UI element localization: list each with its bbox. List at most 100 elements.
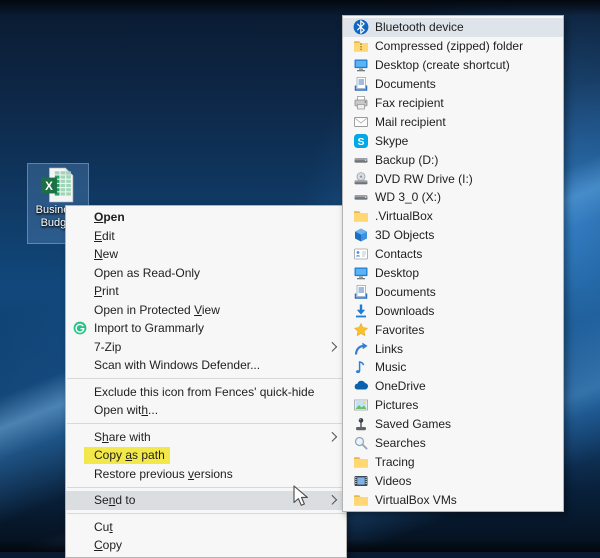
menu-item-label: Copy as path bbox=[84, 447, 170, 464]
menu-item-label: .VirtualBox bbox=[375, 209, 433, 223]
download-icon bbox=[353, 303, 369, 319]
context-menu-item-open-as-read-only[interactable]: Open as Read-Only bbox=[66, 264, 346, 283]
send-to-item-backup-d[interactable]: Backup (D:) bbox=[343, 150, 563, 169]
context-menu-item-edit[interactable]: Edit bbox=[66, 227, 346, 246]
send-to-item-fax-recipient[interactable]: Fax recipient bbox=[343, 94, 563, 113]
send-to-item-onedrive[interactable]: OneDrive bbox=[343, 377, 563, 396]
menu-item-label: Cut bbox=[94, 520, 113, 534]
fax-icon bbox=[353, 95, 369, 111]
menu-item-label: Copy bbox=[94, 538, 122, 552]
menu-item-label: Music bbox=[375, 360, 406, 374]
send-to-item-documents[interactable]: Documents bbox=[343, 75, 563, 94]
context-menu-item-share-with[interactable]: Share with bbox=[66, 428, 346, 447]
context-menu-item-exclude-this-icon-from-fences-quick-hide[interactable]: Exclude this icon from Fences' quick-hid… bbox=[66, 383, 346, 402]
menu-separator bbox=[67, 513, 345, 514]
context-menu-item-restore-previous-versions[interactable]: Restore previous versions bbox=[66, 465, 346, 484]
menu-item-label: Documents bbox=[375, 285, 436, 299]
send-to-item-virtualbox[interactable]: .VirtualBox bbox=[343, 207, 563, 226]
send-to-item-music[interactable]: Music bbox=[343, 358, 563, 377]
menu-item-label: Mail recipient bbox=[375, 115, 446, 129]
send-to-item-tracing[interactable]: Tracing bbox=[343, 452, 563, 471]
skype-icon: S bbox=[353, 133, 369, 149]
dvd-drive-icon bbox=[353, 171, 369, 187]
menu-item-label: Open in Protected View bbox=[94, 303, 220, 317]
menu-item-label: OneDrive bbox=[375, 379, 426, 393]
svg-text:X: X bbox=[45, 180, 53, 193]
send-to-item-desktop-create-shortcut[interactable]: Desktop (create shortcut) bbox=[343, 56, 563, 75]
svg-text:S: S bbox=[357, 136, 364, 148]
context-menu-item-open[interactable]: Open bbox=[66, 208, 346, 227]
send-to-item-desktop[interactable]: Desktop bbox=[343, 264, 563, 283]
menu-item-label: Favorites bbox=[375, 323, 424, 337]
folder-icon bbox=[353, 492, 369, 508]
context-menu-item-scan-with-windows-defender[interactable]: Scan with Windows Defender... bbox=[66, 356, 346, 375]
send-to-item-documents[interactable]: Documents bbox=[343, 282, 563, 301]
monitor-icon bbox=[353, 265, 369, 281]
menu-item-label: Restore previous versions bbox=[94, 467, 233, 481]
menu-item-label: Compressed (zipped) folder bbox=[375, 39, 523, 53]
send-to-item-virtualbox-vms[interactable]: VirtualBox VMs bbox=[343, 490, 563, 509]
menu-item-label: Pictures bbox=[375, 398, 418, 412]
send-to-item-favorites[interactable]: Favorites bbox=[343, 320, 563, 339]
context-menu-item-import-to-grammarly[interactable]: Import to Grammarly bbox=[66, 319, 346, 338]
menu-item-label: Downloads bbox=[375, 304, 434, 318]
send-to-item-bluetooth-device[interactable]: Bluetooth device bbox=[343, 18, 563, 37]
menu-item-label: Contacts bbox=[375, 247, 422, 261]
menu-item-label: Open as Read-Only bbox=[94, 266, 200, 280]
context-menu-item-copy-as-path[interactable]: Copy as path bbox=[66, 446, 346, 465]
menu-item-label: Open with... bbox=[94, 403, 158, 417]
menu-item-label: Backup (D:) bbox=[375, 153, 438, 167]
send-to-item-dvd-rw-drive-i[interactable]: DVD RW Drive (I:) bbox=[343, 169, 563, 188]
zip-folder-icon bbox=[353, 38, 369, 54]
send-to-item-links[interactable]: Links bbox=[343, 339, 563, 358]
send-to-submenu: Bluetooth device Compressed (zipped) fold… bbox=[342, 15, 564, 512]
menu-item-label: Exclude this icon from Fences' quick-hid… bbox=[94, 385, 314, 399]
menu-item-label: Documents bbox=[375, 77, 436, 91]
send-to-item-saved-games[interactable]: Saved Games bbox=[343, 415, 563, 434]
context-menu-item-7-zip[interactable]: 7-Zip bbox=[66, 338, 346, 357]
menu-item-label: DVD RW Drive (I:) bbox=[375, 172, 473, 186]
menu-item-label: Videos bbox=[375, 474, 411, 488]
send-to-item-3d-objects[interactable]: 3D Objects bbox=[343, 226, 563, 245]
bluetooth-icon bbox=[353, 19, 369, 35]
folder-icon bbox=[353, 208, 369, 224]
send-to-item-mail-recipient[interactable]: Mail recipient bbox=[343, 112, 563, 131]
menu-item-label: Scan with Windows Defender... bbox=[94, 358, 260, 372]
menu-item-label: WD 3_0 (X:) bbox=[375, 190, 441, 204]
mail-icon bbox=[353, 114, 369, 130]
send-to-item-downloads[interactable]: Downloads bbox=[343, 301, 563, 320]
music-icon bbox=[353, 359, 369, 375]
documents-icon bbox=[353, 284, 369, 300]
submenu-arrow-icon bbox=[327, 495, 336, 504]
send-to-item-pictures[interactable]: Pictures bbox=[343, 396, 563, 415]
menu-item-label: Edit bbox=[94, 229, 115, 243]
send-to-item-skype[interactable]: S Skype bbox=[343, 131, 563, 150]
pictures-icon bbox=[353, 397, 369, 413]
monitor-icon bbox=[353, 57, 369, 73]
menu-item-label: Links bbox=[375, 342, 403, 356]
menu-item-label: Tracing bbox=[375, 455, 415, 469]
send-to-item-compressed-zipped-folder[interactable]: Compressed (zipped) folder bbox=[343, 37, 563, 56]
menu-item-label: Open bbox=[94, 210, 125, 224]
menu-item-label: 3D Objects bbox=[375, 228, 434, 242]
send-to-item-videos[interactable]: Videos bbox=[343, 471, 563, 490]
link-icon bbox=[353, 341, 369, 357]
send-to-item-searches[interactable]: Searches bbox=[343, 434, 563, 453]
contacts-icon bbox=[353, 246, 369, 262]
menu-item-label: Import to Grammarly bbox=[94, 321, 204, 335]
context-menu-item-print[interactable]: Print bbox=[66, 282, 346, 301]
menu-item-label: Skype bbox=[375, 134, 408, 148]
context-menu-item-open-in-protected-view[interactable]: Open in Protected View bbox=[66, 301, 346, 320]
context-menu-item-open-with[interactable]: Open with... bbox=[66, 401, 346, 420]
menu-separator bbox=[67, 378, 345, 379]
context-menu-item-cut[interactable]: Cut bbox=[66, 518, 346, 537]
menu-item-label: VirtualBox VMs bbox=[375, 493, 457, 507]
context-menu-item-new[interactable]: New bbox=[66, 245, 346, 264]
excel-file-icon: X bbox=[39, 166, 77, 204]
send-to-item-wd-3-0-x[interactable]: WD 3_0 (X:) bbox=[343, 188, 563, 207]
send-to-item-contacts[interactable]: Contacts bbox=[343, 245, 563, 264]
onedrive-icon bbox=[353, 378, 369, 394]
menu-separator bbox=[67, 423, 345, 424]
menu-item-label: New bbox=[94, 247, 118, 261]
games-icon bbox=[353, 416, 369, 432]
